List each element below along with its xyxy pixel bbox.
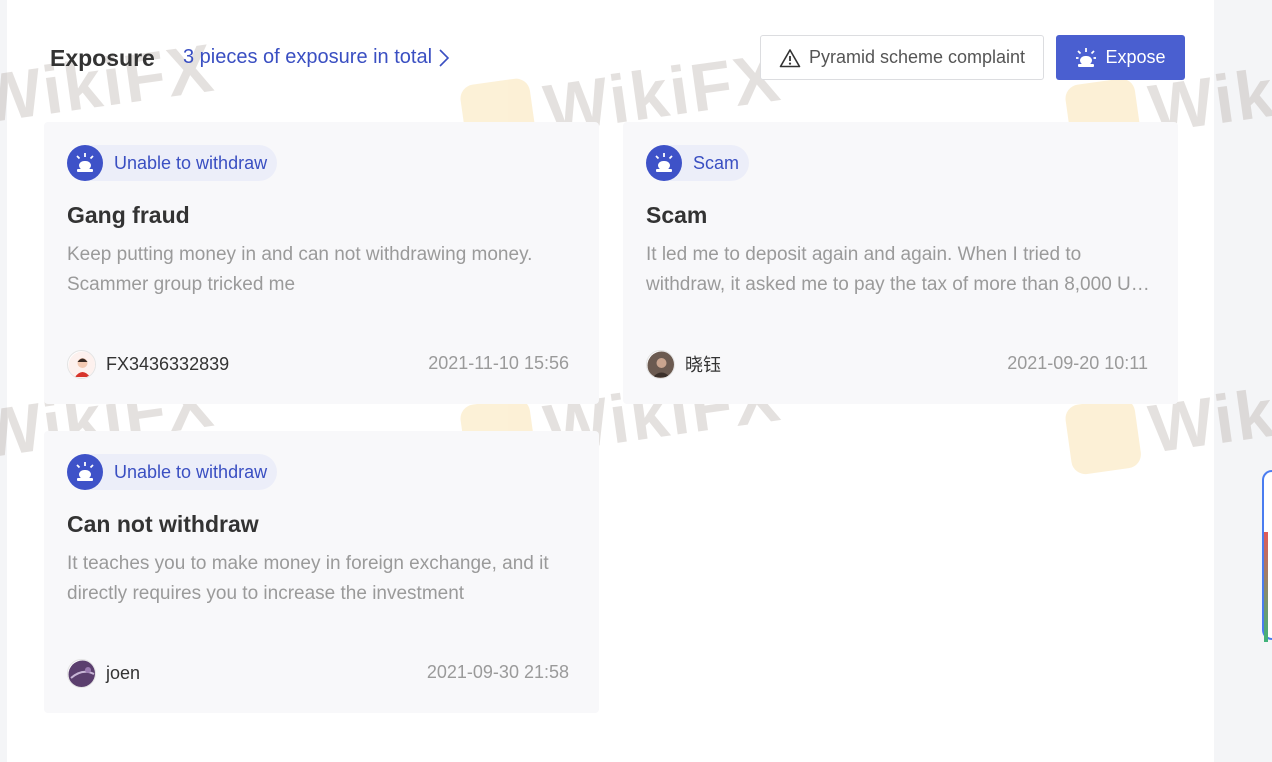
category-tag-label: Unable to withdraw — [114, 152, 268, 173]
exposure-total-label: 3 pieces of exposure in total — [183, 46, 433, 68]
author-name: FX3436332839 — [106, 353, 230, 374]
author-name: joen — [106, 662, 141, 683]
exposure-total-link[interactable]: 3 pieces of exposure in total — [183, 46, 450, 69]
pyramid-complaint-button[interactable]: Pyramid scheme complaint — [760, 35, 1044, 80]
alarm-icon — [67, 454, 103, 490]
card-description: Keep putting money in and can not withdr… — [67, 244, 533, 295]
page-title: Exposure — [50, 45, 155, 71]
card-title: Gang fraud — [67, 202, 190, 228]
avatar — [67, 658, 96, 688]
category-tag: Unable to withdraw — [67, 454, 278, 490]
alarm-icon — [67, 145, 103, 181]
warning-icon — [779, 48, 801, 67]
exposure-header: Exposure 3 pieces of exposure in total P… — [50, 35, 1185, 80]
card-date: 2021-09-30 21:58 — [426, 662, 569, 682]
avatar — [67, 349, 96, 379]
card-author: FX3436332839 — [67, 349, 229, 379]
expose-label: Expose — [1105, 47, 1166, 67]
chevron-right-icon — [439, 48, 450, 67]
category-tag: Unable to withdraw — [67, 145, 278, 181]
category-tag-label: Scam — [693, 152, 740, 173]
card-date: 2021-09-20 10:11 — [1007, 353, 1148, 373]
exposure-panel: WikiFX WikiFX WikiFX WikiFX WikiFX WikiF… — [0, 0, 1272, 762]
category-tag-label: Unable to withdraw — [114, 461, 268, 482]
card-title: Can not withdraw — [67, 511, 259, 537]
card-description: It led me to deposit again and again. Wh… — [646, 244, 1144, 295]
alarm-icon — [646, 145, 682, 181]
alarm-icon — [1076, 47, 1097, 67]
card-description: It teaches you to make money in foreign … — [67, 553, 549, 604]
card-author: 晓钰 — [646, 349, 721, 379]
exposure-card[interactable]: Unable to withdraw Gang fraud Keep putti… — [44, 122, 599, 404]
avatar — [646, 349, 675, 379]
wikifx-logo-icon — [1063, 396, 1143, 476]
exposure-card[interactable]: Unable to withdraw Can not withdraw It t… — [44, 431, 599, 713]
card-author: joen — [67, 658, 140, 688]
side-widget[interactable] — [1262, 470, 1272, 642]
exposure-card[interactable]: Scam Scam It led me to deposit again and… — [623, 122, 1178, 404]
card-title: Scam — [646, 202, 708, 228]
card-date: 2021-11-10 15:56 — [428, 353, 569, 373]
author-name: 晓钰 — [685, 355, 721, 375]
pyramid-complaint-label: Pyramid scheme complaint — [808, 47, 1026, 67]
expose-button[interactable]: Expose — [1056, 35, 1185, 80]
category-tag: Scam — [646, 145, 750, 181]
